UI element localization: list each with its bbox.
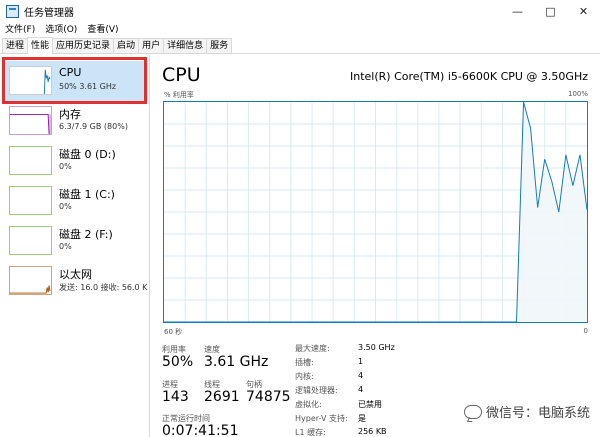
cpu-usage-area bbox=[516, 102, 587, 322]
ethernet-thumbnail-graph bbox=[9, 266, 52, 295]
logical-processors-label: 逻辑处理器: bbox=[295, 386, 338, 395]
tab-users[interactable]: 用户 bbox=[138, 38, 165, 53]
sidebar-item-label: 内存 bbox=[59, 108, 81, 121]
wechat-icon bbox=[463, 404, 482, 419]
cpu-model-name: Intel(R) Core(TM) i5-6600K CPU @ 3.50GHz bbox=[350, 70, 588, 83]
menu-file[interactable]: 文件(F) bbox=[0, 22, 40, 35]
sidebar-item-disk-0[interactable]: 磁盘 0 (D:) 0% bbox=[3, 141, 148, 181]
window-title: 任务管理器 bbox=[24, 7, 74, 19]
sidebar-item-label: 磁盘 2 (F:) bbox=[59, 228, 113, 241]
watermark-text: 微信号：电脑系统 bbox=[485, 406, 590, 421]
sockets-label: 插槽: bbox=[295, 358, 314, 367]
disk-2-thumbnail-graph bbox=[9, 226, 52, 255]
hyperv-support-value: 是 bbox=[358, 414, 366, 423]
utilization-value: 50% bbox=[162, 354, 194, 370]
sidebar-item-label: 以太网 bbox=[59, 268, 92, 281]
tab-bar: 进程 性能 应用历史记录 启动 用户 详细信息 服务 bbox=[0, 36, 600, 54]
l1-cache-value: 256 KB bbox=[358, 427, 387, 436]
resource-sidebar: CPU 50% 3.61 GHz 内存 6.3/7.9 GB (80%) 磁盘 … bbox=[0, 55, 150, 437]
cores-label: 内核: bbox=[295, 372, 314, 381]
y-axis-max-label: 100% bbox=[567, 90, 588, 98]
cpu-utilization-graph bbox=[163, 101, 588, 323]
sidebar-item-detail: 发送: 16.0 接收: 56.0 K bbox=[59, 283, 148, 292]
virtualization-label: 虚拟化: bbox=[295, 400, 322, 409]
sidebar-item-memory[interactable]: 内存 6.3/7.9 GB (80%) bbox=[3, 101, 148, 141]
menu-bar: 文件(F) 选项(O) 查看(V) bbox=[0, 21, 600, 36]
l1-cache-label: L1 缓存: bbox=[295, 428, 326, 437]
speed-value: 3.61 GHz bbox=[204, 354, 269, 370]
processes-value: 143 bbox=[162, 389, 189, 405]
handles-value: 74875 bbox=[246, 389, 291, 405]
logical-processors-value: 4 bbox=[358, 385, 364, 394]
tab-processes[interactable]: 进程 bbox=[2, 38, 29, 53]
y-axis-label: % 利用率 bbox=[164, 91, 194, 99]
page-title: CPU bbox=[162, 64, 201, 86]
menu-options[interactable]: 选项(O) bbox=[40, 22, 82, 35]
x-axis-right-label: 0 bbox=[583, 327, 588, 335]
tab-performance[interactable]: 性能 bbox=[27, 37, 54, 54]
cpu-utilization-chart bbox=[164, 102, 587, 322]
sidebar-item-disk-1[interactable]: 磁盘 1 (C:) 0% bbox=[3, 181, 148, 221]
max-speed-label: 最大速度: bbox=[295, 344, 330, 353]
sidebar-item-detail: 6.3/7.9 GB (80%) bbox=[59, 122, 128, 131]
cores-value: 4 bbox=[358, 371, 364, 380]
tab-details[interactable]: 详细信息 bbox=[163, 38, 208, 53]
sidebar-item-detail: 0% bbox=[59, 242, 72, 251]
selection-highlight-frame bbox=[2, 57, 147, 104]
menu-view[interactable]: 查看(V) bbox=[82, 22, 123, 35]
task-manager-icon bbox=[6, 4, 19, 18]
tab-services[interactable]: 服务 bbox=[206, 38, 233, 53]
maximize-button[interactable]: □ bbox=[534, 0, 567, 22]
close-button[interactable]: ✕ bbox=[567, 0, 600, 22]
max-speed-value: 3.50 GHz bbox=[358, 343, 395, 352]
x-axis-left-label: 60 秒 bbox=[164, 328, 183, 336]
sidebar-item-ethernet[interactable]: 以太网 发送: 16.0 接收: 56.0 K bbox=[3, 261, 148, 301]
sidebar-item-label: 磁盘 1 (C:) bbox=[59, 188, 115, 201]
threads-value: 2691 bbox=[204, 389, 240, 405]
title-bar: 任务管理器 — □ ✕ bbox=[0, 0, 600, 22]
sidebar-item-label: 磁盘 0 (D:) bbox=[59, 148, 116, 161]
virtualization-value: 已禁用 bbox=[358, 400, 382, 409]
tab-app-history[interactable]: 应用历史记录 bbox=[52, 38, 115, 53]
sockets-value: 1 bbox=[358, 357, 364, 366]
minimize-button[interactable]: — bbox=[501, 0, 534, 22]
tab-startup[interactable]: 启动 bbox=[113, 38, 140, 53]
memory-thumbnail-graph bbox=[9, 106, 52, 135]
window-controls: — □ ✕ bbox=[501, 0, 600, 22]
cpu-detail-panel: CPU Intel(R) Core(TM) i5-6600K CPU @ 3.5… bbox=[152, 55, 600, 437]
sidebar-item-detail: 0% bbox=[59, 162, 72, 171]
uptime-value: 0:07:41:51 bbox=[162, 423, 239, 437]
wechat-watermark: 微信号：电脑系统 bbox=[463, 402, 590, 421]
disk-0-thumbnail-graph bbox=[9, 146, 52, 175]
hyperv-support-label: Hyper-V 支持: bbox=[295, 414, 348, 423]
disk-1-thumbnail-graph bbox=[9, 186, 52, 215]
sidebar-item-disk-2[interactable]: 磁盘 2 (F:) 0% bbox=[3, 221, 148, 261]
sidebar-item-detail: 0% bbox=[59, 202, 72, 211]
